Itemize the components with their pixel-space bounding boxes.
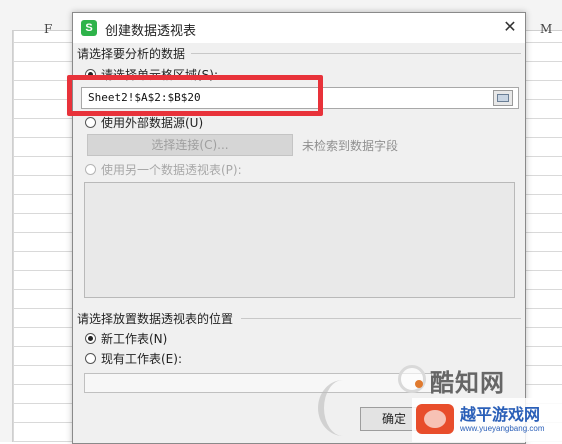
existing-sheet-radio[interactable]: [85, 353, 96, 364]
column-m-label: M: [540, 22, 553, 36]
yueping-logo-icon: [416, 404, 454, 434]
watermark-swirl: [318, 380, 368, 436]
dialog-title: 创建数据透视表: [105, 24, 197, 39]
select-connection-button[interactable]: 选择连接(C)...: [87, 134, 293, 156]
location-section-divider: [241, 318, 521, 319]
new-sheet-radio[interactable]: [85, 333, 96, 344]
data-section-label: 请选择要分析的数据: [77, 45, 186, 62]
range-highlight-box: [67, 75, 323, 116]
close-icon[interactable]: ✕: [501, 18, 519, 36]
watermark-yueping: 越平游戏网 www.yueyangbang.com: [412, 398, 562, 442]
row-header-strip: [0, 30, 13, 442]
column-f-label: F: [44, 22, 53, 36]
external-source-radio[interactable]: [85, 117, 96, 128]
yueping-url: www.yueyangbang.com: [460, 424, 545, 433]
dialog-titlebar: S 创建数据透视表 ✕: [73, 13, 525, 43]
location-section-label: 请选择放置数据透视表的位置: [77, 310, 234, 327]
kuzhi-brand-text: 酷知网: [430, 369, 505, 397]
new-sheet-option-label[interactable]: 新工作表(N): [101, 330, 167, 347]
existing-sheet-option-label[interactable]: 现有工作表(E):: [101, 350, 182, 367]
no-fields-status: 未检索到数据字段: [302, 139, 399, 153]
collapse-dialog-icon[interactable]: [493, 90, 513, 106]
other-pivot-radio[interactable]: [85, 164, 96, 175]
yueping-brand-text: 越平游戏网: [460, 405, 541, 424]
other-pivot-option-label[interactable]: 使用另一个数据透视表(P):: [101, 161, 242, 178]
watermark-kuzhi: 酷知网: [394, 363, 542, 399]
external-source-option-label[interactable]: 使用外部数据源(U): [101, 114, 203, 131]
kuzhi-logo-icon: [398, 365, 426, 393]
spreadsheet-app-icon: S: [81, 20, 97, 36]
location-input[interactable]: [84, 373, 432, 393]
pivot-table-list[interactable]: [84, 182, 515, 298]
data-section-divider: [191, 53, 521, 54]
